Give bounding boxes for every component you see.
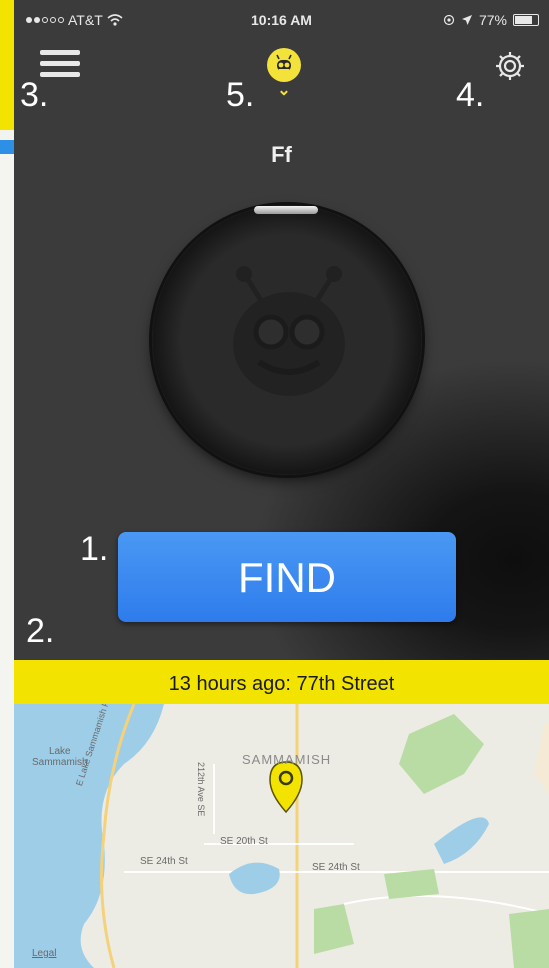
annotation-settings: 4. [456,76,485,114]
annotation-menu: 3. [20,76,49,114]
ring-highlight [254,206,318,214]
annotation-find: 1. [80,530,109,568]
gear-icon [496,52,524,80]
map-legal-link[interactable]: Legal [32,948,56,959]
map-label-ave: 212th Ave SE [196,762,206,817]
settings-button[interactable] [492,48,528,84]
map-label-town: SAMMAMISH [242,752,332,767]
navigation-arrow-icon [461,15,472,25]
location-icon [443,14,455,26]
frame-left-accent [0,0,14,130]
find-button[interactable]: FIND [118,532,456,622]
status-right: 77% [443,12,539,28]
status-bar: AT&T 10:16 AM 77% [14,0,549,38]
chevron-down-icon: ⌄ [277,82,291,99]
frame-blue-accent [0,140,14,154]
map-label-se-24th-left: SE 24th St [140,856,188,867]
bee-icon [267,48,301,82]
annotation-device: 5. [226,76,255,114]
device-selector-button[interactable]: ⌄ [262,48,306,106]
map-label-se-20th: SE 20th St [220,836,268,847]
map-label-se-24th-right: SE 24th St [312,862,360,873]
last-seen-banner[interactable]: 13 hours ago: 77th Street [14,660,549,704]
phone-screen: AT&T 10:16 AM 77% ⌄ 3. 5. 4. 1. 2. Ff FI… [14,0,549,968]
frame-white-panel [0,154,14,968]
map-view[interactable]: Lake Sammamish E Lake Sammamish Pkwy SE … [14,704,549,968]
device-name: Ff [271,142,292,167]
robot-face-icon [233,266,345,396]
annotation-history: 2. [26,612,55,650]
battery-percent: 77% [478,12,507,28]
hamburger-icon [40,50,80,55]
battery-icon [513,14,539,26]
